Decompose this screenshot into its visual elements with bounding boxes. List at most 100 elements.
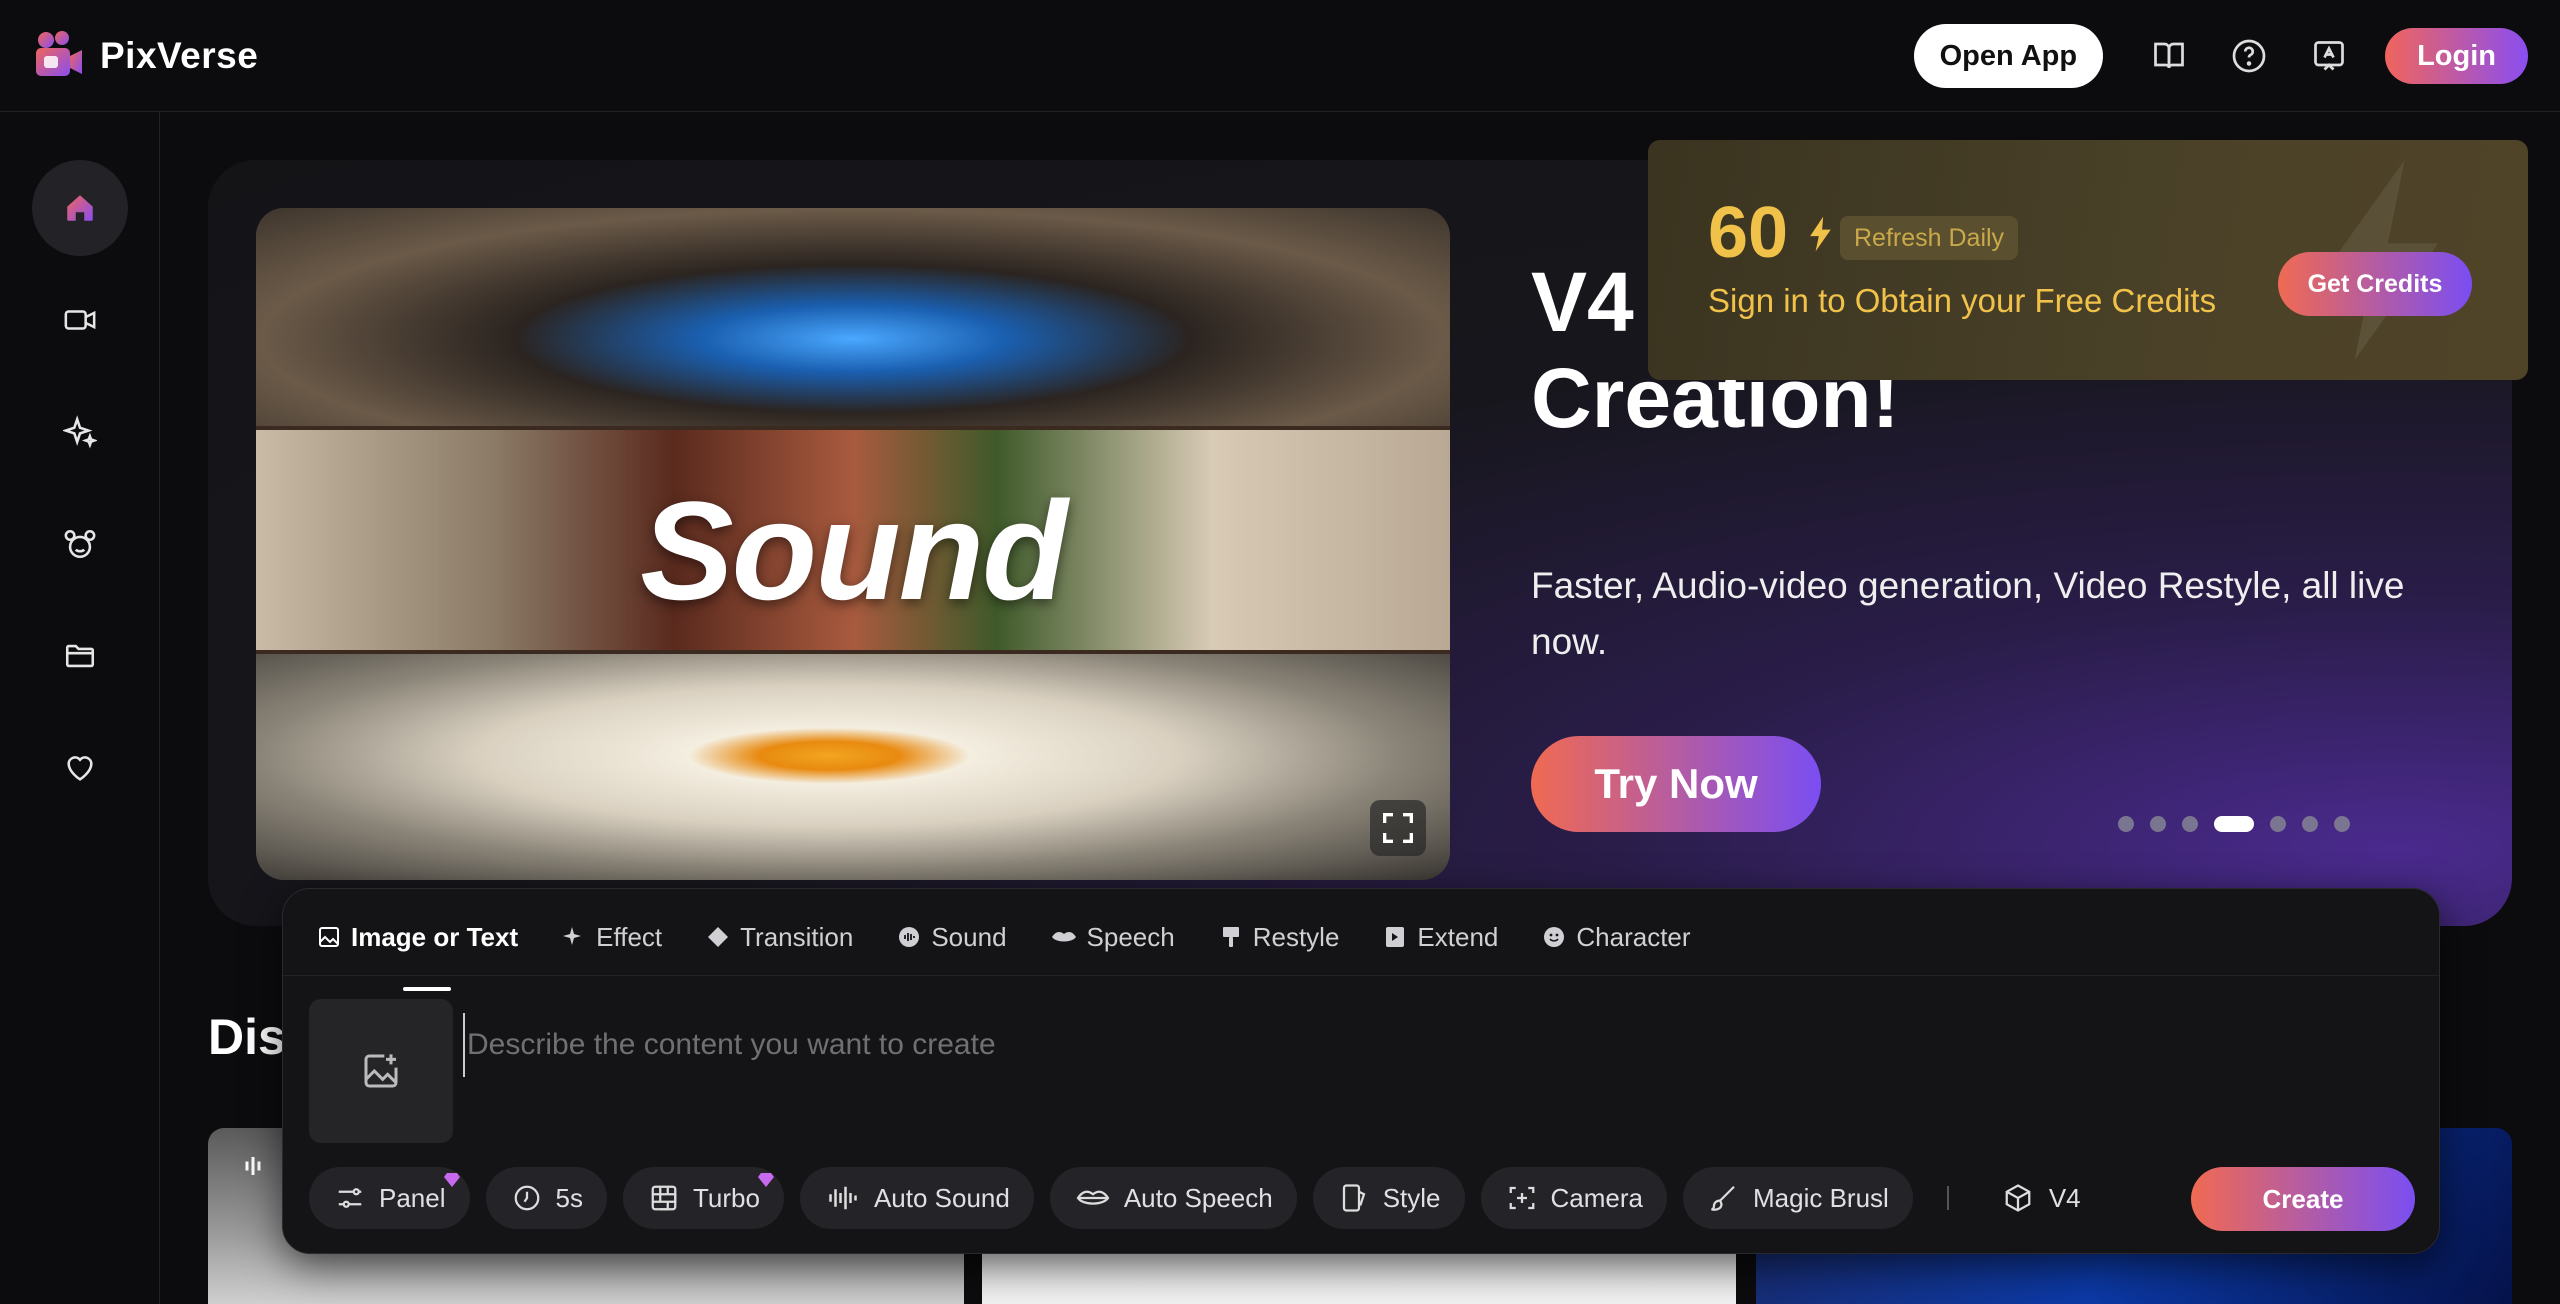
sidebar-item-character[interactable] [32, 496, 128, 592]
create-button[interactable]: Create [2191, 1167, 2415, 1231]
duration-button[interactable]: 5s [485, 1167, 607, 1229]
hero-video[interactable]: Sound [256, 208, 1450, 880]
tool-label: Magic Brusl [1753, 1182, 1889, 1213]
sparkle-icon [63, 415, 97, 449]
top-bar: PixVerse Open App Login [0, 0, 2560, 112]
credits-message: Sign in to Obtain your Free Credits [1708, 282, 2217, 319]
cube-icon [2005, 1184, 2031, 1212]
extend-icon [1386, 927, 1405, 947]
camera-button[interactable]: Camera [1480, 1167, 1668, 1229]
camera-icon [1509, 1186, 1534, 1210]
waveform-icon [829, 1186, 857, 1210]
prompt-input[interactable] [463, 1013, 2363, 1077]
tab-transition[interactable]: Transition [706, 913, 853, 961]
add-image-icon [364, 1054, 398, 1088]
tool-label: Auto Sound [873, 1182, 1010, 1213]
help-icon[interactable] [2209, 24, 2289, 88]
sidebar-item-assets[interactable] [32, 608, 128, 704]
carousel-dot[interactable] [2302, 816, 2318, 832]
hero-subtitle: Faster, Audio-video generation, Video Re… [1531, 565, 2405, 662]
style-button[interactable]: Style [1312, 1167, 1465, 1229]
bolt-icon [1810, 216, 1831, 252]
mode-tabs: Image or Text Effect Transition Sound Sp… [317, 913, 1735, 991]
sliders-icon [338, 1188, 362, 1208]
premium-gem-icon [757, 1173, 774, 1187]
video-icon [64, 310, 96, 330]
model-selector[interactable]: V4 [2003, 1183, 2081, 1214]
login-button[interactable]: Login [2385, 28, 2528, 84]
sidebar-item-video[interactable] [32, 272, 128, 368]
hero-media-text: Sound [640, 472, 1067, 629]
heart-icon [67, 756, 93, 781]
tab-character[interactable]: Character [1542, 913, 1691, 961]
sidebar-item-favorites[interactable] [32, 720, 128, 816]
tab-label: Extend [1417, 921, 1499, 952]
tab-label: Speech [1086, 921, 1175, 952]
upload-image-button[interactable] [309, 999, 453, 1143]
tab-sound[interactable]: Sound [897, 913, 1007, 961]
carousel-dot[interactable] [2150, 816, 2166, 832]
home-icon [67, 195, 93, 221]
tab-label: Image or Text [351, 921, 519, 952]
auto-sound-button[interactable]: Auto Sound [799, 1167, 1034, 1229]
credits-amount: 60 [1708, 193, 1789, 273]
tab-extend[interactable]: Extend [1383, 913, 1498, 961]
tool-label: Turbo [692, 1182, 760, 1213]
tab-restyle[interactable]: Restyle [1219, 913, 1340, 961]
book-icon[interactable] [2129, 24, 2209, 88]
open-app-button[interactable]: Open App [1913, 24, 2104, 88]
mickey-icon [64, 529, 96, 559]
credits-popup: 60 Refresh Daily Sign in to Obtain your … [1648, 140, 2528, 380]
creation-panel: Image or Text Effect Transition Sound Sp… [282, 888, 2440, 1254]
tab-label: Effect [596, 921, 663, 952]
tab-divider [283, 975, 2439, 976]
sound-wave-icon [245, 1157, 261, 1175]
brand-name: PixVerse [100, 35, 259, 76]
image-icon [319, 927, 339, 947]
get-credits-button[interactable]: Get Credits [2278, 252, 2472, 316]
refresh-daily-badge: Refresh Daily [1840, 216, 2019, 260]
auto-speech-button[interactable]: Auto Speech [1049, 1167, 1297, 1229]
magic-brush-button[interactable]: Magic Brusl [1683, 1167, 1913, 1229]
transition-icon [708, 927, 729, 947]
fullscreen-icon [1383, 813, 1413, 843]
sidebar [0, 112, 160, 1304]
carousel-dots [2118, 816, 2350, 832]
gas-burner-image [256, 208, 1450, 426]
sidebar-item-sparkle[interactable] [32, 384, 128, 480]
tab-speech[interactable]: Speech [1051, 913, 1175, 961]
logo-icon [36, 31, 82, 76]
turbo-button[interactable]: Turbo [622, 1167, 784, 1229]
panel-button[interactable]: Panel [309, 1167, 470, 1229]
magic-brush-icon [1711, 1185, 1735, 1211]
tool-label: 5s [555, 1182, 583, 1213]
lips-icon [1051, 932, 1076, 942]
tool-label: Camera [1550, 1182, 1644, 1213]
toolbar-separator [1946, 1186, 1949, 1210]
folder-icon [65, 644, 95, 668]
try-now-button[interactable]: Try Now [1531, 736, 1821, 832]
carousel-dot[interactable] [2182, 816, 2198, 832]
tool-label: Auto Speech [1123, 1182, 1273, 1213]
fullscreen-button[interactable] [1370, 800, 1426, 856]
sidebar-item-home[interactable] [32, 160, 128, 256]
tab-effect[interactable]: Effect [562, 913, 662, 961]
generation-toolbar: Panel 5s Turbo Auto Sound Auto Speech St… [309, 1167, 2105, 1229]
turbo-icon [651, 1185, 677, 1211]
carousel-dot[interactable] [2118, 816, 2134, 832]
face-icon [1544, 927, 1565, 947]
model-label: V4 [2048, 1182, 2081, 1213]
carousel-dot[interactable] [2334, 816, 2350, 832]
tab-label: Restyle [1252, 921, 1340, 952]
tab-image-or-text[interactable]: Image or Text [317, 913, 519, 991]
logo[interactable]: PixVerse [34, 30, 258, 82]
brush-icon [1222, 927, 1239, 947]
carousel-dot-active[interactable] [2214, 816, 2254, 832]
tool-label: Panel [379, 1182, 446, 1213]
lips-icon [1076, 1190, 1110, 1205]
discover-heading: Dis [208, 1009, 286, 1065]
style-icon [1342, 1184, 1366, 1212]
feedback-icon[interactable] [2289, 24, 2369, 88]
carousel-dot[interactable] [2270, 816, 2286, 832]
sound-icon [899, 927, 920, 947]
